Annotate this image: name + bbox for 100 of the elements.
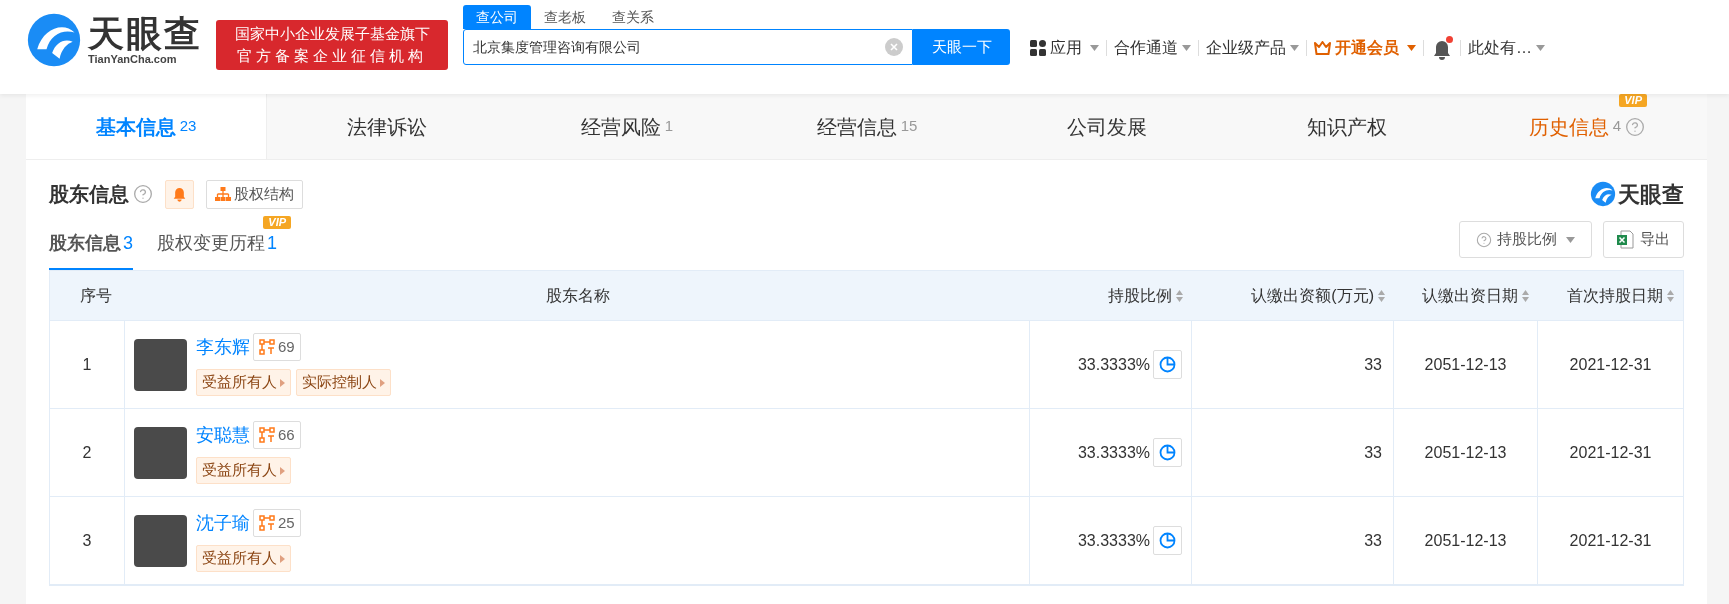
table-cell: 2051-12-13 [1394, 321, 1538, 408]
search-field[interactable]: 北京集度管理咨询有限公司 [463, 29, 913, 65]
column-header[interactable]: 持股比例 [1030, 271, 1192, 320]
tab-count: 1 [664, 116, 674, 137]
notification-button[interactable] [1431, 36, 1453, 60]
table-cell: 3 [50, 497, 125, 584]
nav-menu[interactable]: 企业级产品 [1206, 36, 1299, 60]
section-tab[interactable]: 知识产权 [1227, 94, 1467, 159]
section-title: 股东信息 [49, 182, 129, 207]
search-tab[interactable]: 查关系 [599, 5, 667, 29]
table-cell: 2051-12-13 [1394, 409, 1538, 496]
role-tag[interactable]: 受益所有人 [196, 457, 291, 484]
table-cell-text: 33.3333% [1077, 354, 1150, 375]
shareholder-link[interactable]: 李东辉 [196, 333, 250, 361]
equity-structure-button[interactable]: 股权结构 [206, 179, 303, 209]
sort-icon[interactable] [1176, 289, 1183, 302]
sort-icon[interactable] [1522, 289, 1529, 302]
section-tab[interactable]: 法律诉讼 [267, 94, 507, 159]
caret-icon [1566, 236, 1575, 243]
tagline-text: 国家中小企业发展子基金旗下 [234, 24, 430, 44]
column-header[interactable]: 首次持股日期 [1538, 271, 1683, 320]
related-companies-button[interactable]: 25 [253, 509, 301, 537]
column-header[interactable]: 认缴出资日期 [1394, 271, 1538, 320]
caret-icon [1290, 45, 1299, 51]
sort-icon[interactable] [1667, 289, 1674, 302]
logo-domain: TianYanCha.com [88, 52, 178, 66]
section-tab[interactable]: 基本信息 23 [26, 94, 267, 159]
column-header: 股东名称 [544, 285, 611, 306]
export-button[interactable]: 导出 [1603, 221, 1684, 258]
caret-icon [280, 378, 285, 387]
network-icon [259, 339, 275, 355]
vip-badge: VIP [1619, 94, 1647, 107]
monitor-button[interactable] [165, 179, 194, 209]
role-tag[interactable]: 受益所有人 [196, 369, 291, 396]
section-tab[interactable]: 经营风险 1 [507, 94, 747, 159]
caret-icon [280, 466, 285, 475]
search-button[interactable]: 天眼一下 [913, 29, 1010, 65]
pie-chart-icon [1159, 444, 1176, 461]
network-icon [259, 427, 275, 443]
pie-chart-icon [1159, 532, 1176, 549]
related-companies-button[interactable]: 66 [253, 421, 301, 449]
table-cell-text: 2021-12-31 [1568, 442, 1653, 463]
search-tab[interactable]: 查公司 [463, 5, 531, 29]
table-cell-text: 2021-12-31 [1568, 354, 1653, 375]
vip-menu[interactable]: 开通会员 [1314, 36, 1416, 60]
logo-icon [26, 12, 82, 68]
pie-chart-icon [1159, 356, 1176, 373]
role-tag[interactable]: 受益所有人 [196, 545, 291, 572]
help-icon[interactable] [133, 184, 153, 204]
avatar-photo-placeholder [134, 426, 187, 479]
shareholder-link[interactable]: 沈子瑜 [196, 509, 250, 537]
brand-name: 天眼查 [1618, 180, 1684, 209]
hierarchy-icon [215, 187, 231, 201]
caret-icon [1407, 45, 1416, 51]
table-cell: 33 [1192, 497, 1394, 584]
pie-chart-button[interactable] [1153, 350, 1182, 379]
tab-count: 23 [179, 116, 197, 137]
caret-icon [280, 554, 285, 563]
pie-chart-button[interactable] [1153, 438, 1182, 467]
table-cell: 33 [1192, 409, 1394, 496]
column-header[interactable]: 认缴出资额(万元) [1192, 271, 1394, 320]
bell-icon [173, 186, 186, 202]
clear-icon[interactable] [885, 38, 903, 56]
bell-icon [1433, 40, 1451, 60]
column-header: 序号 [79, 285, 113, 306]
table-cell-text: 33.3333% [1077, 530, 1150, 551]
table-cell: 1 [50, 321, 125, 408]
table-cell-text: 2021-12-31 [1568, 530, 1653, 551]
caret-icon [1536, 45, 1545, 51]
help-icon[interactable] [1476, 231, 1492, 248]
nav-menu[interactable]: 合作通道 [1114, 36, 1191, 60]
spreadsheet-icon [1617, 230, 1634, 249]
search-tab[interactable]: 查老板 [531, 5, 599, 29]
shareholder-link[interactable]: 安聪慧 [196, 421, 250, 449]
ratio-dropdown[interactable]: 持股比例 [1459, 221, 1592, 258]
role-tag[interactable]: 实际控制人 [296, 369, 391, 396]
caret-icon [1090, 45, 1099, 51]
table-cell: 2 [50, 409, 125, 496]
tab-count: 4 [1612, 116, 1622, 137]
crown-icon [1314, 41, 1331, 55]
logo-icon [1590, 181, 1616, 207]
vip-badge: VIP [263, 216, 292, 229]
network-icon [259, 515, 275, 531]
caret-icon [1182, 45, 1191, 51]
table-cell: 2051-12-13 [1394, 497, 1538, 584]
caret-icon [380, 378, 385, 387]
tab-count: 15 [900, 116, 918, 137]
section-tab[interactable]: 公司发展 [987, 94, 1227, 159]
section-tab[interactable]: 经营信息 15 [747, 94, 987, 159]
sort-icon[interactable] [1378, 289, 1385, 302]
apps-menu[interactable]: 应用 [1030, 36, 1099, 60]
avatar-photo-placeholder [134, 514, 187, 567]
nav-menu[interactable]: 此处有… [1468, 36, 1545, 60]
help-icon[interactable] [1625, 116, 1646, 137]
tagline-text: 官方备案企业征信机构 [237, 46, 427, 66]
related-companies-button[interactable]: 69 [253, 333, 301, 361]
table-cell: 33 [1192, 321, 1394, 408]
avatar-photo-placeholder [134, 338, 187, 391]
logo-name: 天眼查 [88, 14, 202, 53]
pie-chart-button[interactable] [1153, 526, 1182, 555]
